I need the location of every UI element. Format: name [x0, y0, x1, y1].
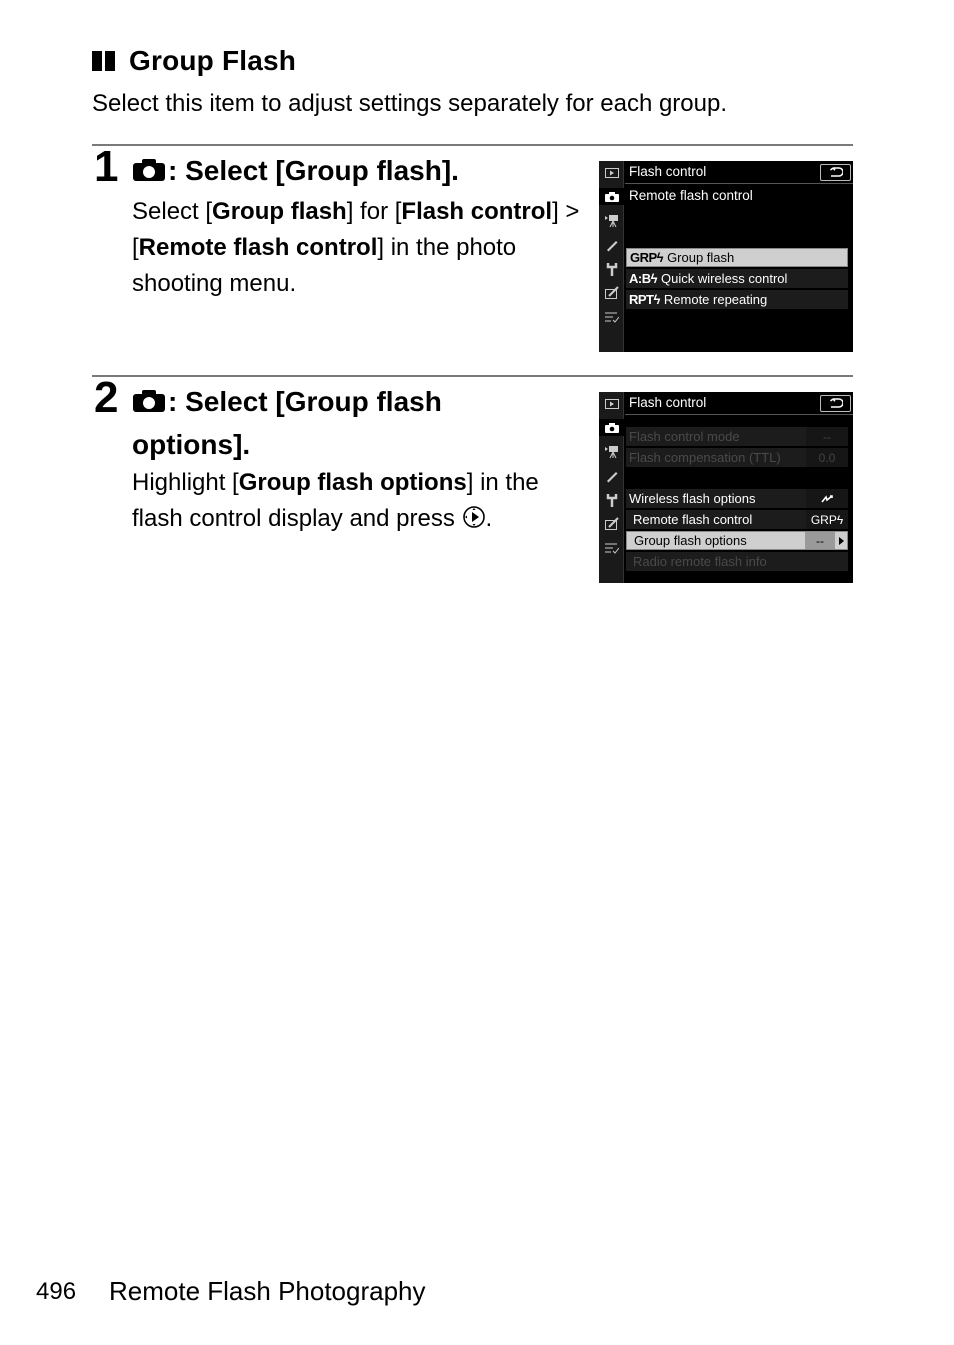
body-bold-text: Remote flash control	[138, 234, 378, 261]
title-divider	[625, 414, 853, 415]
step-number: 1	[94, 142, 119, 191]
retouch-menu-icon	[603, 515, 620, 532]
movie-menu-icon	[603, 443, 620, 460]
setup-menu-icon	[603, 491, 620, 508]
item-label: Remote flash control	[633, 512, 753, 527]
screen-title: Flash control	[629, 395, 707, 410]
section-header: Group Flash	[92, 45, 296, 77]
menu-item-remote-repeating[interactable]: RPTϟ Remote repeating	[626, 290, 848, 309]
item-value: 0.0	[806, 448, 848, 467]
custom-settings-icon	[603, 236, 620, 253]
photo-shooting-menu-icon	[599, 188, 624, 205]
body-text: Highlight [	[132, 469, 239, 496]
screen-subtitle: Remote flash control	[629, 188, 753, 203]
photo-shooting-menu-icon	[599, 419, 624, 436]
playback-menu-icon	[603, 164, 620, 181]
setup-menu-icon	[603, 260, 620, 277]
section-description: Select this item to adjust settings sepa…	[92, 90, 728, 117]
item-label: Group flash	[667, 250, 735, 265]
camera-icon	[132, 152, 166, 193]
arrow-right-icon	[839, 537, 844, 545]
camera-screen-2: Flash control Flash control mode -- Flas…	[599, 392, 853, 583]
step-number: 2	[94, 373, 119, 422]
wireless-icon	[806, 489, 848, 508]
step-title-line2: options].	[132, 429, 251, 460]
screen-title: Flash control	[629, 164, 707, 179]
multi-selector-right-icon	[462, 504, 486, 540]
menu-item-flash-compensation: Flash compensation (TTL) 0.0	[626, 448, 848, 467]
menu-item-remote-flash-control[interactable]: Remote flash control GRPϟ	[626, 510, 848, 529]
step-title-line1: : Select [Group flash	[168, 386, 442, 417]
back-button[interactable]	[820, 395, 851, 412]
back-icon	[829, 167, 843, 177]
title-divider	[625, 183, 853, 184]
menu-item-flash-control-mode: Flash control mode --	[626, 427, 848, 446]
item-prefix: A:Bϟ	[629, 271, 658, 286]
step-body: Highlight [Group flash options] in the f…	[132, 465, 582, 540]
step-title-text: : Select [Group flash].	[168, 155, 459, 186]
item-label: Quick wireless control	[661, 271, 788, 286]
menu-sidebar	[599, 161, 624, 352]
body-bold-text: Group flash options	[238, 469, 467, 496]
item-label: Remote repeating	[663, 292, 768, 307]
retouch-menu-icon	[603, 284, 620, 301]
my-menu-icon	[603, 308, 620, 325]
body-text: Select [	[132, 198, 213, 225]
item-value: --	[806, 427, 848, 446]
custom-settings-icon	[603, 467, 620, 484]
chapter-title: Remote Flash Photography	[109, 1276, 426, 1306]
movie-menu-icon	[603, 212, 620, 229]
camera-icon	[132, 383, 166, 424]
page-number: 496	[36, 1278, 77, 1305]
section-marker-icon	[92, 51, 115, 71]
back-icon	[829, 398, 843, 408]
menu-item-quick-wireless-control[interactable]: A:Bϟ Quick wireless control	[626, 269, 848, 288]
menu-item-group-flash-options[interactable]: Group flash options --	[626, 531, 848, 550]
menu-item-radio-remote-flash-info: Radio remote flash info	[626, 552, 848, 571]
item-label: Wireless flash options	[629, 491, 756, 506]
item-value: --	[805, 532, 835, 549]
item-label: Group flash options	[634, 533, 747, 548]
menu-item-group-flash[interactable]: GRPϟ Group flash	[626, 248, 848, 267]
back-button[interactable]	[820, 164, 851, 181]
my-menu-icon	[603, 539, 620, 556]
step-divider	[92, 375, 853, 377]
item-label: Flash control mode	[629, 429, 740, 444]
step-body: Select [Group flash] for [Flash control]…	[132, 194, 582, 302]
menu-sidebar	[599, 392, 624, 583]
menu-item-wireless-flash-options[interactable]: Wireless flash options	[626, 489, 848, 508]
item-label: Radio remote flash info	[633, 554, 767, 569]
step-title: : Select [Group flash].	[132, 150, 572, 193]
body-text: .	[485, 505, 493, 532]
section-title: Group Flash	[129, 45, 297, 76]
body-text: ] for [	[346, 198, 402, 225]
body-bold-text: Flash control	[401, 198, 553, 225]
playback-menu-icon	[603, 395, 620, 412]
step-divider	[92, 144, 853, 146]
body-bold-text: Group flash	[212, 198, 347, 225]
step-title: : Select [Group flash options].	[132, 381, 572, 465]
item-label: Flash compensation (TTL)	[629, 450, 781, 465]
item-value: GRPϟ	[806, 510, 848, 529]
camera-screen-1: Flash control Remote flash control GRPϟ G…	[599, 161, 853, 352]
item-prefix: GRPϟ	[630, 250, 664, 265]
item-prefix: RPTϟ	[629, 292, 660, 307]
